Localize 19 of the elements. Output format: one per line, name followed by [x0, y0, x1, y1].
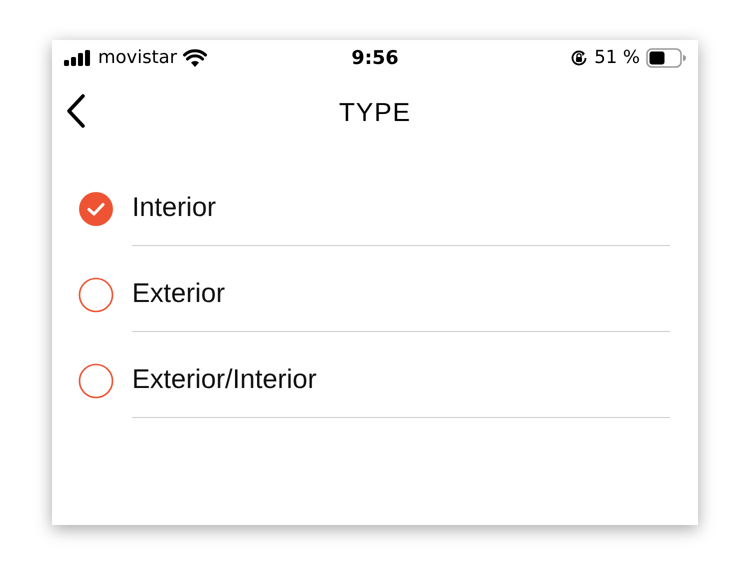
back-button[interactable]: [66, 93, 86, 129]
radio-checked[interactable]: [78, 191, 114, 227]
option-row[interactable]: Exterior: [78, 246, 670, 332]
radio-unchecked[interactable]: [78, 277, 114, 313]
clock-time: 9:56: [351, 46, 399, 68]
battery-icon: [646, 48, 686, 68]
signal-icon: [64, 50, 92, 66]
option-label: Interior: [132, 192, 216, 223]
screen-title: TYPE: [339, 97, 411, 128]
option-row[interactable]: Interior: [78, 160, 670, 246]
battery-percent: 51 %: [594, 47, 640, 68]
chevron-left-icon: [66, 93, 86, 129]
rotation-lock-icon: [570, 48, 588, 66]
carrier-name: movistar: [98, 47, 178, 68]
option-label: Exterior/Interior: [132, 364, 317, 395]
option-label: Exterior: [132, 278, 226, 309]
option-row[interactable]: Exterior/Interior: [78, 332, 670, 418]
radio-unchecked[interactable]: [78, 363, 114, 399]
wifi-icon: [183, 48, 208, 66]
